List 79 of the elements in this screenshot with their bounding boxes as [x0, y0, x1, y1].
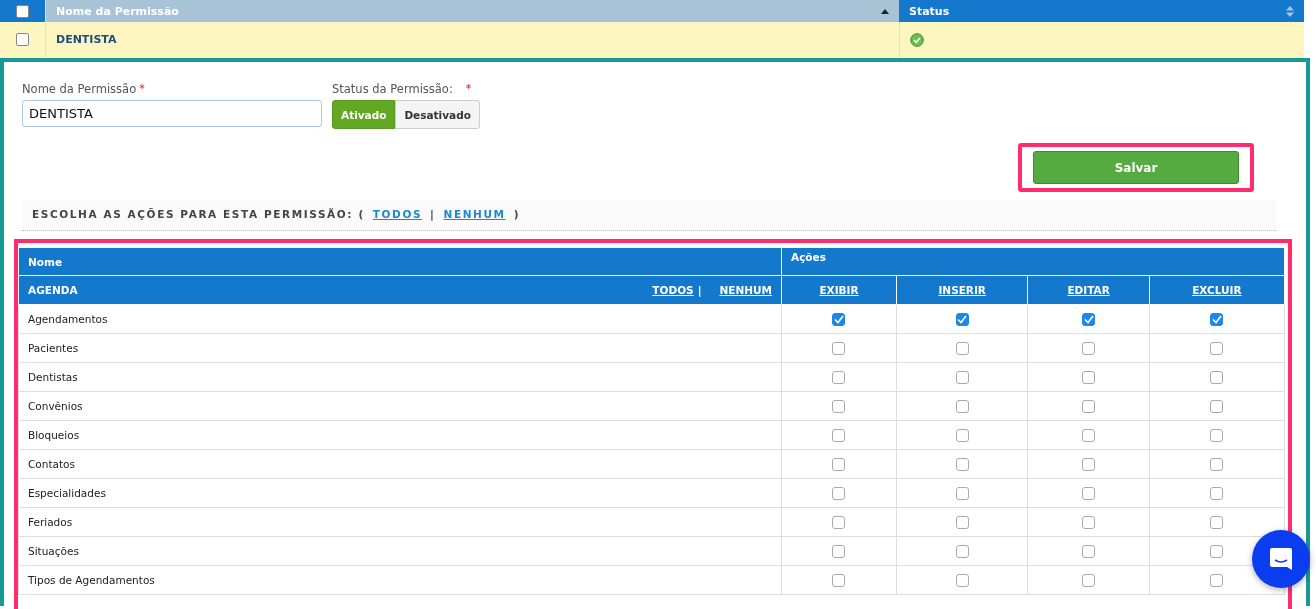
column-header[interactable]: Status	[909, 4, 950, 18]
action-checkbox[interactable]	[1210, 428, 1224, 442]
action-column-link[interactable]: EDITAR	[1067, 284, 1110, 296]
action-checkbox[interactable]	[1082, 428, 1096, 442]
action-checkbox[interactable]	[832, 486, 846, 500]
action-column-link[interactable]: INSERIR	[938, 284, 986, 296]
action-checkbox[interactable]	[832, 457, 846, 471]
status-toggle-button[interactable]: Desativado	[395, 100, 480, 129]
status-toggle-button[interactable]: Ativado	[332, 100, 396, 129]
chat-bubble-icon	[1268, 546, 1294, 572]
row-checkbox[interactable]	[16, 33, 29, 46]
action-checkbox[interactable]	[1082, 457, 1096, 471]
action-checkbox[interactable]	[1210, 341, 1224, 355]
section-title-end: )	[513, 208, 521, 220]
action-checkbox[interactable]	[1210, 486, 1224, 500]
action-checkbox[interactable]	[1082, 515, 1096, 529]
action-checkbox[interactable]	[1082, 312, 1096, 326]
required-marker: *	[139, 82, 145, 96]
permission-item: Tipos de Agendamentos	[28, 574, 155, 586]
action-checkbox[interactable]	[955, 457, 969, 471]
action-checkbox[interactable]	[955, 341, 969, 355]
action-checkbox[interactable]	[955, 486, 969, 500]
permission-item: Contatos	[28, 458, 75, 470]
column-header: Nome	[28, 255, 63, 268]
action-checkbox[interactable]	[955, 573, 969, 587]
action-checkbox[interactable]	[955, 399, 969, 413]
permission-item: Dentistas	[28, 371, 78, 383]
section-title: ESCOLHA AS AÇÕES PARA ESTA PERMISSÃO: (	[32, 208, 365, 220]
permission-item: Pacientes	[28, 342, 79, 354]
action-checkbox[interactable]	[1210, 573, 1224, 587]
action-checkbox[interactable]	[955, 515, 969, 529]
action-checkbox[interactable]	[1082, 573, 1096, 587]
group-title: AGENDA	[28, 284, 78, 296]
permission-item: Bloqueios	[28, 429, 80, 441]
action-checkbox[interactable]	[1210, 544, 1224, 558]
action-checkbox[interactable]	[832, 370, 846, 384]
field-label: Status da Permissão:	[332, 82, 453, 96]
action-checkbox[interactable]	[1082, 341, 1096, 355]
action-checkbox[interactable]	[832, 341, 846, 355]
action-checkbox[interactable]	[1082, 399, 1096, 413]
action-checkbox[interactable]	[955, 370, 969, 384]
action-checkbox[interactable]	[955, 544, 969, 558]
action-column-link[interactable]: EXCLUIR	[1192, 284, 1242, 296]
select-none-link[interactable]: NENHUM	[443, 208, 506, 220]
separator: |	[697, 284, 702, 296]
action-checkbox[interactable]	[1082, 544, 1096, 558]
required-marker: *	[465, 82, 472, 96]
column-header: Ações	[791, 251, 826, 263]
action-checkbox[interactable]	[832, 312, 846, 326]
action-checkbox[interactable]	[1082, 486, 1096, 500]
group-none-link[interactable]: NENHUM	[719, 284, 772, 296]
action-column-link[interactable]: EXIBIR	[819, 284, 859, 296]
action-checkbox[interactable]	[955, 312, 969, 326]
action-checkbox[interactable]	[955, 428, 969, 442]
name-input[interactable]: DENTISTA	[22, 100, 322, 127]
permission-item: Feriados	[28, 516, 73, 528]
action-checkbox[interactable]	[832, 544, 846, 558]
select-all-checkbox[interactable]	[16, 4, 29, 18]
action-checkbox[interactable]	[1210, 457, 1224, 471]
action-checkbox[interactable]	[832, 515, 846, 529]
chat-button[interactable]	[1252, 530, 1310, 588]
group-all-link[interactable]: TODOS	[652, 284, 694, 296]
permission-item: Convênios	[28, 400, 83, 412]
separator: |	[430, 208, 436, 220]
action-checkbox[interactable]	[1210, 515, 1224, 529]
permission-item: Situações	[28, 545, 79, 557]
action-checkbox[interactable]	[832, 573, 846, 587]
field-label: Nome da Permissão	[22, 82, 137, 96]
select-all-link[interactable]: TODOS	[372, 208, 423, 220]
permission-name[interactable]: DENTISTA	[56, 33, 117, 46]
permission-item: Agendamentos	[28, 313, 108, 325]
action-checkbox[interactable]	[832, 428, 846, 442]
save-button[interactable]: Salvar	[1033, 151, 1239, 184]
permission-item: Especialidades	[28, 487, 106, 499]
action-checkbox[interactable]	[832, 399, 846, 413]
action-checkbox[interactable]	[1210, 312, 1224, 326]
action-checkbox[interactable]	[1082, 370, 1096, 384]
action-checkbox[interactable]	[1210, 399, 1224, 413]
action-checkbox[interactable]	[1210, 370, 1224, 384]
